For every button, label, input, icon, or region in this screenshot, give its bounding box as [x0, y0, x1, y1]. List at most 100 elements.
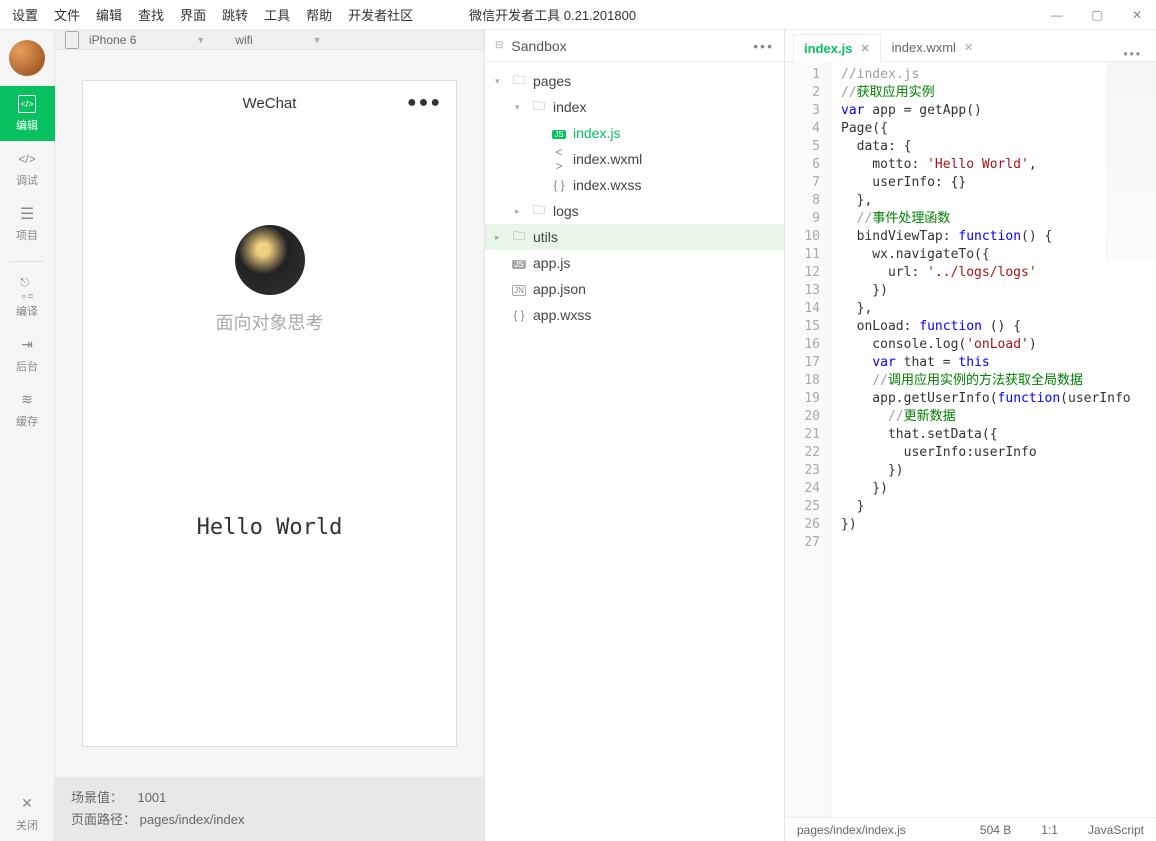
sidebar-item-close[interactable]: ✕ 关闭 [0, 786, 55, 841]
code-line[interactable]: that.setData({ [841, 426, 1156, 444]
tree-item-label: utils [533, 229, 558, 245]
chevron-down-icon: ▼ [313, 35, 322, 45]
chevron-down-icon[interactable]: ▾ [495, 76, 505, 87]
maximize-icon[interactable]: ▢ [1090, 8, 1104, 22]
tree-item-app-wxss[interactable]: { }app.wxss [485, 302, 784, 328]
code-line[interactable]: userInfo:userInfo [841, 444, 1156, 462]
code-line[interactable]: //调用应用实例的方法获取全局数据 [841, 372, 1156, 390]
code-line[interactable]: app.getUserInfo(function(userInfo [841, 390, 1156, 408]
code-line[interactable]: }) [841, 480, 1156, 498]
cache-icon: ≋ [18, 391, 36, 409]
code-icon: </> [18, 95, 36, 113]
menubar: 设置 文件 编辑 查找 界面 跳转 工具 帮助 开发者社区 微信开发者工具 0.… [0, 0, 1156, 30]
line-number: 14 [785, 300, 820, 318]
line-number: 21 [785, 426, 820, 444]
tree-item-pages[interactable]: ▾🗀pages [485, 68, 784, 94]
code-line[interactable]: //更新数据 [841, 408, 1156, 426]
menu-ui[interactable]: 界面 [180, 5, 206, 24]
network-select[interactable]: wifi ▼ [235, 33, 321, 47]
code-line[interactable]: console.log('onLoad') [841, 336, 1156, 354]
tree-item-label: index.js [573, 125, 620, 141]
tree-item-utils[interactable]: ▸🗀utils [485, 224, 784, 250]
line-number: 22 [785, 444, 820, 462]
line-number: 5 [785, 138, 820, 156]
code-line[interactable]: onLoad: function () { [841, 318, 1156, 336]
code-line[interactable]: }) [841, 462, 1156, 480]
code-line[interactable]: var that = this [841, 354, 1156, 372]
sidebar-item-compile[interactable]: ⎋∘= 编译 [0, 272, 55, 327]
tree-item-logs[interactable]: ▸🗀logs [485, 198, 784, 224]
line-number: 12 [785, 264, 820, 282]
line-gutter: 1234567891011121314151617181920212223242… [785, 62, 831, 817]
code-editor[interactable]: 1234567891011121314151617181920212223242… [785, 62, 1156, 817]
tree-body: ▾🗀pages▾🗀indexJSindex.js< >index.wxml{ }… [485, 62, 784, 841]
sidebar-item-background[interactable]: ⇥ 后台 [0, 327, 55, 382]
minimize-icon[interactable]: — [1050, 8, 1064, 22]
code-line[interactable]: }, [841, 300, 1156, 318]
sidebar-item-label: 项目 [16, 227, 38, 243]
menu-tools[interactable]: 工具 [264, 5, 290, 24]
chevron-down-icon: ▼ [196, 35, 205, 45]
tree-item-index-wxss[interactable]: { }index.wxss [485, 172, 784, 198]
tree-item-label: app.js [533, 255, 570, 271]
simulator-toolbar: iPhone 6 ▼ wifi ▼ [55, 30, 484, 50]
profile-avatar[interactable] [235, 225, 305, 295]
tree-item-index-js[interactable]: JSindex.js [485, 120, 784, 146]
line-number: 9 [785, 210, 820, 228]
code-line[interactable]: }) [841, 282, 1156, 300]
tree-item-app-json[interactable]: JNapp.json [485, 276, 784, 302]
tab-index-js[interactable]: index.js ✕ [793, 34, 881, 62]
line-number: 27 [785, 534, 820, 552]
profile-name: 面向对象思考 [216, 309, 324, 335]
editor-panel: index.js ✕ index.wxml ✕ ••• 123456789101… [785, 30, 1156, 841]
menu-find[interactable]: 查找 [138, 5, 164, 24]
minimap[interactable] [1106, 62, 1156, 262]
tree-item-label: index [553, 99, 586, 115]
simulator-viewport[interactable]: WeChat ●●● 面向对象思考 Hello World [82, 80, 457, 747]
code-line[interactable]: }) [841, 516, 1156, 534]
menu-goto[interactable]: 跳转 [222, 5, 248, 24]
code-line[interactable] [841, 534, 1156, 552]
code-line[interactable]: } [841, 498, 1156, 516]
menu-settings[interactable]: 设置 [12, 5, 38, 24]
menu-community[interactable]: 开发者社区 [348, 5, 413, 24]
path-label: 页面路径： [71, 812, 136, 827]
sidebar-item-project[interactable]: ☰ 项目 [0, 196, 55, 251]
tree-more-icon[interactable]: ••• [753, 38, 774, 54]
code-line[interactable]: url: '../logs/logs' [841, 264, 1156, 282]
line-number: 4 [785, 120, 820, 138]
status-bar: pages/index/index.js 504 B 1:1 JavaScrip… [785, 817, 1156, 841]
line-number: 15 [785, 318, 820, 336]
sidebar-item-cache[interactable]: ≋ 缓存 [0, 382, 55, 437]
line-number: 2 [785, 84, 820, 102]
tab-index-wxml[interactable]: index.wxml ✕ [881, 33, 985, 61]
menu-icon: ☰ [18, 205, 36, 223]
tree-item-label: index.wxss [573, 177, 641, 193]
menu-edit[interactable]: 编辑 [96, 5, 122, 24]
compile-icon: ⎋∘= [18, 281, 36, 299]
collapse-icon[interactable]: ⊟ [495, 40, 503, 51]
tree-item-index[interactable]: ▾🗀index [485, 94, 784, 120]
tree-item-label: index.wxml [573, 151, 642, 167]
chevron-down-icon[interactable]: ▾ [515, 102, 525, 113]
tab-close-icon[interactable]: ✕ [964, 41, 973, 54]
line-number: 10 [785, 228, 820, 246]
chevron-right-icon[interactable]: ▸ [495, 232, 505, 243]
menu-file[interactable]: 文件 [54, 5, 80, 24]
user-avatar[interactable] [9, 40, 45, 76]
close-icon[interactable]: ✕ [1130, 8, 1144, 22]
sidebar-item-debug[interactable]: </> 调试 [0, 141, 55, 196]
chevron-right-icon[interactable]: ▸ [515, 206, 525, 217]
menu-help[interactable]: 帮助 [306, 5, 332, 24]
sidebar-item-edit[interactable]: </> 编辑 [0, 86, 55, 141]
tab-close-icon[interactable]: ✕ [860, 42, 869, 55]
more-icon[interactable]: ●●● [407, 94, 442, 112]
tabs-more-icon[interactable]: ••• [1109, 47, 1156, 61]
device-select[interactable]: iPhone 6 ▼ [89, 33, 205, 47]
status-path: pages/index/index.js [797, 823, 906, 837]
simulator-footer: 场景值： 1001 页面路径： pages/index/index [55, 777, 484, 841]
tree-item-index-wxml[interactable]: < >index.wxml [485, 146, 784, 172]
tree-item-app-js[interactable]: JSapp.js [485, 250, 784, 276]
tree-header: ⊟ Sandbox ••• [485, 30, 784, 62]
tab-label: index.js [804, 41, 852, 56]
